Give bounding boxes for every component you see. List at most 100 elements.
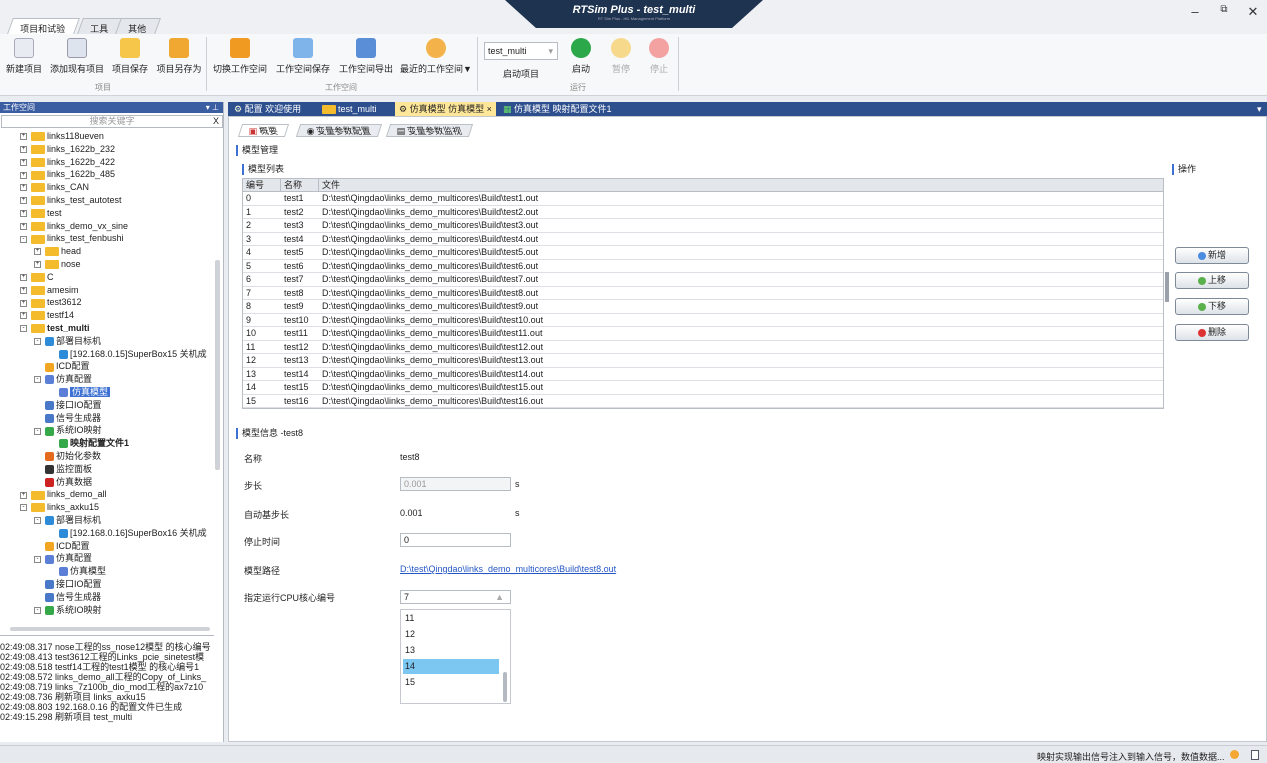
- project-select[interactable]: test_multi ▾: [484, 42, 558, 60]
- tree-node[interactable]: ICD配置: [34, 540, 90, 553]
- tree-node[interactable]: 信号生成器: [34, 412, 101, 425]
- minimize-button[interactable]: –: [1186, 4, 1204, 20]
- expand-icon[interactable]: +: [20, 299, 27, 307]
- tree-node[interactable]: + test: [20, 207, 62, 220]
- expand-icon[interactable]: +: [34, 261, 41, 269]
- table-row[interactable]: 15 test16 D:\test\Qingdao\links_demo_multi…: [243, 395, 1163, 408]
- step-input[interactable]: 0.001: [400, 477, 511, 491]
- expand-icon[interactable]: +: [20, 273, 27, 281]
- tree-node[interactable]: - test_multi: [20, 322, 90, 335]
- collapse-icon[interactable]: -: [34, 376, 41, 384]
- col-header-name[interactable]: 名称: [281, 179, 319, 192]
- tree-node[interactable]: [192.168.0.15]SuperBox15 关机成: [48, 348, 207, 361]
- tree-node[interactable]: 接口IO配置: [34, 399, 102, 412]
- table-row[interactable]: 3 test4 D:\test\Qingdao\links_demo_multico…: [243, 233, 1163, 246]
- tab-sim-model[interactable]: ⚙ 仿真模型 仿真模型 ×: [395, 102, 496, 116]
- collapse-icon[interactable]: -: [20, 235, 27, 243]
- tree-node[interactable]: + links_1622b_232: [20, 143, 115, 156]
- export-workspace-button[interactable]: 工作空间导出: [338, 38, 394, 82]
- tree-node[interactable]: - 部署目标机: [34, 514, 101, 527]
- expand-icon[interactable]: +: [20, 222, 27, 230]
- model-path-link[interactable]: D:\test\Qingdao\links_demo_multicores\Bu…: [400, 564, 616, 574]
- save-workspace-button[interactable]: 工作空间保存: [275, 38, 331, 82]
- restore-button[interactable]: ⧉: [1215, 4, 1233, 20]
- pause-button[interactable]: 暂停: [606, 38, 636, 82]
- tree-node[interactable]: + links_test_autotest: [20, 194, 122, 207]
- tree-node[interactable]: 仿真模型: [48, 386, 111, 399]
- expand-icon[interactable]: +: [20, 209, 27, 217]
- tree-node[interactable]: - 系统IO映射: [34, 604, 102, 617]
- table-scrollbar[interactable]: [1165, 272, 1169, 302]
- recent-workspace-button[interactable]: 最近的工作空间▼: [400, 38, 472, 82]
- tab-projects[interactable]: 项目和试验: [7, 18, 80, 34]
- tab-test-multi[interactable]: test_multi: [318, 102, 381, 116]
- dropdown-option[interactable]: 13: [403, 643, 499, 658]
- stop-time-input[interactable]: 0: [400, 533, 511, 547]
- pin-icon[interactable]: ▾ ⊥: [206, 102, 219, 113]
- switch-workspace-button[interactable]: 切换工作空间: [212, 38, 268, 82]
- tree-node[interactable]: + nose: [34, 258, 81, 271]
- warning-icon[interactable]: [1230, 750, 1239, 759]
- expand-icon[interactable]: +: [20, 286, 27, 294]
- tree-node[interactable]: + links_CAN: [20, 181, 89, 194]
- tree-node[interactable]: - 仿真配置: [34, 373, 92, 386]
- expand-icon[interactable]: +: [20, 158, 27, 166]
- tree-node[interactable]: + testf14: [20, 309, 74, 322]
- save-project-button[interactable]: 项目保存: [111, 38, 149, 82]
- tree-node[interactable]: + C: [20, 271, 54, 284]
- tree-node[interactable]: - 仿真配置: [34, 552, 92, 565]
- dropdown-option[interactable]: 15: [403, 675, 499, 690]
- tree-node[interactable]: 初始化参数: [34, 450, 101, 463]
- table-row[interactable]: 14 test15 D:\test\Qingdao\links_demo_multi…: [243, 381, 1163, 395]
- tree-node[interactable]: - 系统IO映射: [34, 424, 102, 437]
- close-button[interactable]: ✕: [1244, 4, 1262, 20]
- tree-node[interactable]: + links_1622b_422: [20, 156, 115, 169]
- collapse-icon[interactable]: -: [34, 517, 41, 525]
- collapse-icon[interactable]: -: [34, 606, 41, 614]
- tab-mapping-config[interactable]: ▦ 仿真模型 映射配置文件1: [499, 102, 616, 116]
- expand-icon[interactable]: +: [34, 248, 41, 256]
- table-row[interactable]: 8 test9 D:\test\Qingdao\links_demo_multico…: [243, 300, 1163, 314]
- tree-node[interactable]: - links_axku15: [20, 501, 99, 514]
- collapse-icon[interactable]: -: [34, 337, 41, 345]
- expand-icon[interactable]: +: [20, 133, 27, 141]
- table-row[interactable]: 0 test1 D:\test\Qingdao\links_demo_multico…: [243, 192, 1163, 206]
- col-header-id[interactable]: 编号: [243, 179, 281, 192]
- add-project-button[interactable]: 添加现有项目: [49, 38, 105, 82]
- table-row[interactable]: 2 test3 D:\test\Qingdao\links_demo_multico…: [243, 219, 1163, 233]
- table-row[interactable]: 1 test2 D:\test\Qingdao\links_demo_multico…: [243, 206, 1163, 219]
- expand-icon[interactable]: +: [20, 171, 27, 179]
- tree-node[interactable]: + links118ueven: [20, 130, 104, 143]
- dropdown-option[interactable]: 12: [403, 627, 499, 642]
- expand-icon[interactable]: +: [20, 197, 27, 205]
- table-row[interactable]: 7 test8 D:\test\Qingdao\links_demo_multico…: [243, 287, 1163, 300]
- collapse-icon[interactable]: -: [34, 427, 41, 435]
- delete-button[interactable]: 删除: [1175, 324, 1249, 341]
- save-project-as-button[interactable]: 项目另存为: [155, 38, 203, 82]
- expand-icon[interactable]: +: [20, 491, 27, 499]
- move-down-button[interactable]: 下移: [1175, 298, 1249, 315]
- move-up-button[interactable]: 上移: [1175, 272, 1249, 289]
- tab-other[interactable]: 其他: [115, 18, 161, 34]
- collapse-icon[interactable]: -: [20, 325, 27, 333]
- table-row[interactable]: 10 test11 D:\test\Qingdao\links_demo_multi…: [243, 327, 1163, 341]
- tree-node[interactable]: + amesim: [20, 284, 79, 297]
- subtab-var-config[interactable]: ◉ 变量参数配置: [295, 124, 383, 137]
- table-row[interactable]: 12 test13 D:\test\Qingdao\links_demo_multi…: [243, 354, 1163, 368]
- subtab-overview[interactable]: ▣ 概要: [237, 124, 290, 137]
- subtab-var-monitor[interactable]: ▤ 变量参数监视: [385, 124, 474, 137]
- cpu-core-select[interactable]: 7 ▲: [400, 590, 511, 604]
- search-input[interactable]: 搜索关键字 X: [1, 115, 223, 128]
- start-button[interactable]: 启动: [566, 38, 596, 82]
- tree-node[interactable]: 接口IO配置: [34, 578, 102, 591]
- table-row[interactable]: 6 test7 D:\test\Qingdao\links_demo_multico…: [243, 273, 1163, 287]
- tree-node[interactable]: + links_demo_all: [20, 488, 107, 501]
- tree-node[interactable]: 信号生成器: [34, 591, 101, 604]
- tab-menu-icon[interactable]: ▾: [1253, 102, 1266, 116]
- stop-button[interactable]: 停止: [644, 38, 674, 82]
- tree-node[interactable]: + test3612: [20, 296, 82, 309]
- tree-node[interactable]: 监控面板: [34, 463, 92, 476]
- add-button[interactable]: 新增: [1175, 247, 1249, 264]
- col-header-file[interactable]: 文件: [319, 179, 1163, 192]
- dropdown-scrollbar[interactable]: [503, 672, 507, 702]
